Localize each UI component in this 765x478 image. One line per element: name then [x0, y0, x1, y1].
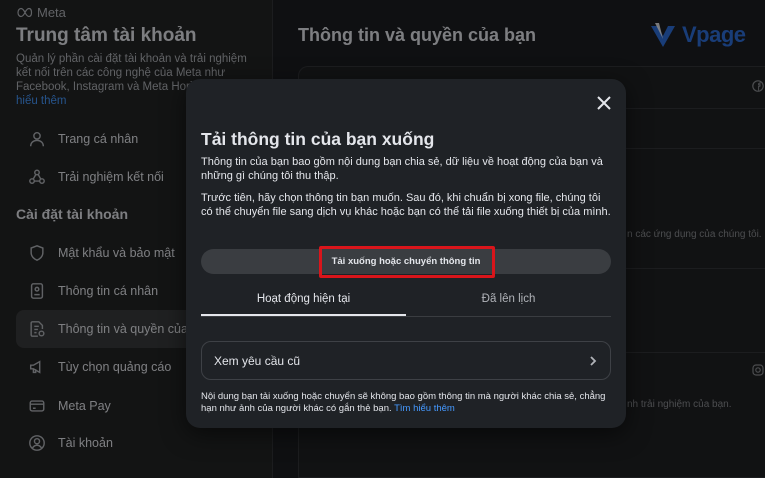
- dialog-footer-note: Nội dung bạn tải xuống hoặc chuyển sẽ kh…: [201, 391, 611, 415]
- dialog-title: Tải thông tin của bạn xuống: [201, 129, 435, 149]
- dialog-paragraph-1: Thông tin của bạn bao gồm nội dung bạn c…: [201, 156, 603, 182]
- tab-divider: [201, 316, 611, 317]
- learn-more-footer-link[interactable]: Tìm hiểu thêm: [394, 403, 455, 414]
- download-info-dialog: Tải thông tin của bạn xuống Thông tin củ…: [186, 79, 626, 428]
- active-tab-indicator: [201, 314, 406, 316]
- tab-scheduled[interactable]: Đã lên lịch: [406, 293, 611, 315]
- close-button[interactable]: [594, 93, 614, 113]
- view-old-requests-row[interactable]: Xem yêu cầu cũ: [201, 341, 611, 380]
- highlight-annotation: [319, 246, 495, 278]
- close-icon: [597, 96, 611, 110]
- tab-current-activity[interactable]: Hoạt động hiện tại: [201, 293, 406, 315]
- view-old-requests-label: Xem yêu cầu cũ: [214, 353, 301, 368]
- chevron-right-icon: [590, 355, 597, 366]
- dialog-paragraph-2: Trước tiên, hãy chọn thông tin bạn muốn.…: [201, 192, 611, 218]
